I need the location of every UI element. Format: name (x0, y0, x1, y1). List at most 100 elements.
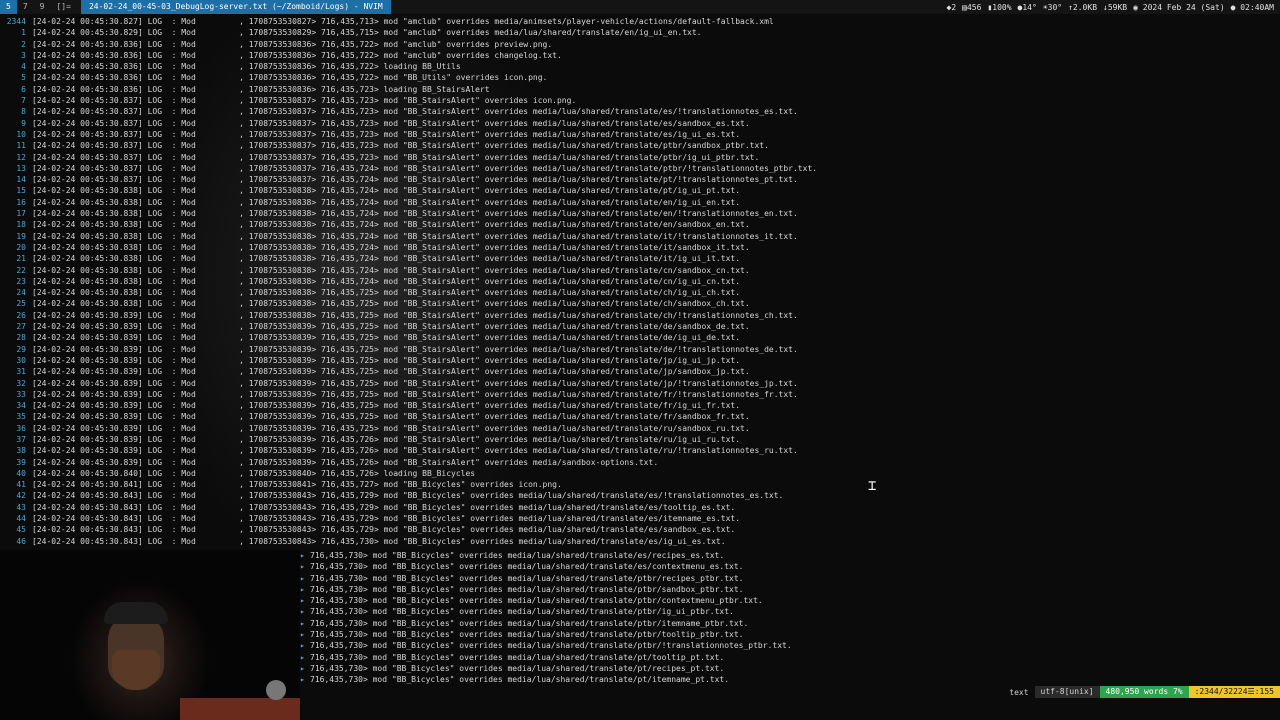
line-number: 15 (16, 186, 26, 196)
wrap-arrow-icon: ▸ (300, 562, 305, 572)
log-line[interactable]: 8 [24-02-24 00:45:30.837] LOG : Mod , 170… (0, 106, 1280, 117)
log-line[interactable]: 32 [24-02-24 00:45:30.839] LOG : Mod , 17… (0, 378, 1280, 389)
line-text: [24-02-24 00:45:30.838] LOG : Mod , 1708… (32, 254, 741, 264)
line-number: 14 (16, 175, 26, 185)
editor-buffer[interactable]: 2344 [24-02-24 00:45:30.827] LOG : Mod , … (0, 16, 1280, 550)
wrapped-line-text: 716,435,730> mod "BB_Bicycles" overrides… (310, 675, 730, 685)
log-line[interactable]: 28 [24-02-24 00:45:30.839] LOG : Mod , 17… (0, 332, 1280, 343)
command-line[interactable] (300, 700, 1280, 720)
line-number: 26 (16, 310, 26, 320)
log-line[interactable]: 26 [24-02-24 00:45:30.839] LOG : Mod , 17… (0, 310, 1280, 321)
log-line[interactable]: 19 [24-02-24 00:45:30.838] LOG : Mod , 17… (0, 231, 1280, 242)
log-line[interactable]: 38 [24-02-24 00:45:30.839] LOG : Mod , 17… (0, 445, 1280, 456)
line-text: [24-02-24 00:45:30.838] LOG : Mod , 1708… (32, 276, 741, 286)
wrapped-line-text: 716,435,730> mod "BB_Bicycles" overrides… (310, 573, 744, 583)
log-line[interactable]: 29 [24-02-24 00:45:30.839] LOG : Mod , 17… (0, 344, 1280, 355)
log-line[interactable]: 25 [24-02-24 00:45:30.838] LOG : Mod , 17… (0, 298, 1280, 309)
wrapped-line[interactable]: ▸ 716,435,730> mod "BB_Bicycles" override… (300, 606, 1280, 617)
workspace-tab-5[interactable]: 5 (0, 0, 17, 14)
log-line[interactable]: 43 [24-02-24 00:45:30.843] LOG : Mod , 17… (0, 502, 1280, 513)
log-line[interactable]: 22 [24-02-24 00:45:30.838] LOG : Mod , 17… (0, 265, 1280, 276)
line-number: 25 (16, 299, 26, 309)
line-text: [24-02-24 00:45:30.843] LOG : Mod , 1708… (32, 514, 741, 524)
line-text: [24-02-24 00:45:30.837] LOG : Mod , 1708… (32, 96, 577, 106)
log-line[interactable]: 27 [24-02-24 00:45:30.839] LOG : Mod , 17… (0, 321, 1280, 332)
line-text: [24-02-24 00:45:30.839] LOG : Mod , 1708… (32, 434, 741, 444)
wrapped-log-lines[interactable]: ▸ 716,435,730> mod "BB_Bicycles" override… (300, 550, 1280, 686)
line-number: 8 (21, 107, 26, 117)
wrapped-line[interactable]: ▸ 716,435,730> mod "BB_Bicycles" override… (300, 640, 1280, 651)
log-line[interactable]: 17 [24-02-24 00:45:30.838] LOG : Mod , 17… (0, 208, 1280, 219)
log-line[interactable]: 40 [24-02-24 00:45:30.840] LOG : Mod , 17… (0, 468, 1280, 479)
log-line[interactable]: 39 [24-02-24 00:45:30.839] LOG : Mod , 17… (0, 457, 1280, 468)
line-number: 30 (16, 355, 26, 365)
layout-indicator[interactable]: []= (50, 0, 76, 14)
line-text: [24-02-24 00:45:30.837] LOG : Mod , 1708… (32, 163, 818, 173)
log-line[interactable]: 12 [24-02-24 00:45:30.837] LOG : Mod , 17… (0, 152, 1280, 163)
log-line[interactable]: 42 [24-02-24 00:45:30.843] LOG : Mod , 17… (0, 490, 1280, 501)
log-line[interactable]: 7 [24-02-24 00:45:30.837] LOG : Mod , 170… (0, 95, 1280, 106)
log-line[interactable]: 35 [24-02-24 00:45:30.839] LOG : Mod , 17… (0, 411, 1280, 422)
log-line[interactable]: 18 [24-02-24 00:45:30.838] LOG : Mod , 17… (0, 219, 1280, 230)
log-line[interactable]: 20 [24-02-24 00:45:30.838] LOG : Mod , 17… (0, 242, 1280, 253)
line-number: 39 (16, 457, 26, 467)
wrapped-line[interactable]: ▸ 716,435,730> mod "BB_Bicycles" override… (300, 573, 1280, 584)
wrap-arrow-icon: ▸ (300, 652, 305, 662)
log-line[interactable]: 4 [24-02-24 00:45:30.836] LOG : Mod , 170… (0, 61, 1280, 72)
line-text: [24-02-24 00:45:30.839] LOG : Mod , 1708… (32, 389, 798, 399)
log-line[interactable]: 1 [24-02-24 00:45:30.829] LOG : Mod , 170… (0, 27, 1280, 38)
webcam-desk (180, 698, 300, 720)
tray-battery: ▮100% (987, 2, 1012, 12)
tray-cpu-temp: ●14° (1017, 2, 1037, 12)
workspace-tab-9[interactable]: 9 (34, 0, 51, 14)
log-line[interactable]: 30 [24-02-24 00:45:30.839] LOG : Mod , 17… (0, 355, 1280, 366)
log-line[interactable]: 6 [24-02-24 00:45:30.836] LOG : Mod , 170… (0, 84, 1280, 95)
log-line[interactable]: 10 [24-02-24 00:45:30.837] LOG : Mod , 17… (0, 129, 1280, 140)
tray-memory: ▤456 (962, 2, 982, 12)
workspace-tab-7[interactable]: 7 (17, 0, 34, 14)
log-line[interactable]: 11 [24-02-24 00:45:30.837] LOG : Mod , 17… (0, 140, 1280, 151)
wrapped-line[interactable]: ▸ 716,435,730> mod "BB_Bicycles" override… (300, 652, 1280, 663)
log-line[interactable]: 34 [24-02-24 00:45:30.839] LOG : Mod , 17… (0, 400, 1280, 411)
log-line[interactable]: 33 [24-02-24 00:45:30.839] LOG : Mod , 17… (0, 389, 1280, 400)
log-line[interactable]: 41 [24-02-24 00:45:30.841] LOG : Mod , 17… (0, 479, 1280, 490)
wrapped-line[interactable]: ▸ 716,435,730> mod "BB_Bicycles" override… (300, 584, 1280, 595)
wrapped-line[interactable]: ▸ 716,435,730> mod "BB_Bicycles" override… (300, 674, 1280, 685)
log-line[interactable]: 31 [24-02-24 00:45:30.839] LOG : Mod , 17… (0, 366, 1280, 377)
tray-weather: ☀30° (1042, 2, 1063, 12)
line-text: [24-02-24 00:45:30.839] LOG : Mod , 1708… (32, 446, 798, 456)
log-line[interactable]: 5 [24-02-24 00:45:30.836] LOG : Mod , 170… (0, 72, 1280, 83)
log-line[interactable]: 45 [24-02-24 00:45:30.843] LOG : Mod , 17… (0, 524, 1280, 535)
wrap-arrow-icon: ▸ (300, 584, 305, 594)
line-text: [24-02-24 00:45:30.839] LOG : Mod , 1708… (32, 423, 750, 433)
log-line[interactable]: 14 [24-02-24 00:45:30.837] LOG : Mod , 17… (0, 174, 1280, 185)
log-line[interactable]: 16 [24-02-24 00:45:30.838] LOG : Mod , 17… (0, 197, 1280, 208)
log-line[interactable]: 44 [24-02-24 00:45:30.843] LOG : Mod , 17… (0, 513, 1280, 524)
log-line[interactable]: 2344 [24-02-24 00:45:30.827] LOG : Mod , … (0, 16, 1280, 27)
line-number: 22 (16, 265, 26, 275)
line-number: 18 (16, 220, 26, 230)
line-text: [24-02-24 00:45:30.837] LOG : Mod , 1708… (32, 118, 750, 128)
log-line[interactable]: 37 [24-02-24 00:45:30.839] LOG : Mod , 17… (0, 434, 1280, 445)
wrapped-line[interactable]: ▸ 716,435,730> mod "BB_Bicycles" override… (300, 663, 1280, 674)
log-line[interactable]: 46 [24-02-24 00:45:30.843] LOG : Mod , 17… (0, 536, 1280, 547)
log-line[interactable]: 23 [24-02-24 00:45:30.838] LOG : Mod , 17… (0, 276, 1280, 287)
wrapped-line[interactable]: ▸ 716,435,730> mod "BB_Bicycles" override… (300, 550, 1280, 561)
wrapped-line-text: 716,435,730> mod "BB_Bicycles" overrides… (310, 607, 734, 617)
line-text: [24-02-24 00:45:30.836] LOG : Mod , 1708… (32, 84, 490, 94)
log-line[interactable]: 15 [24-02-24 00:45:30.838] LOG : Mod , 17… (0, 185, 1280, 196)
wrapped-line[interactable]: ▸ 716,435,730> mod "BB_Bicycles" override… (300, 629, 1280, 640)
tray-updates: ◆2 (946, 2, 957, 12)
line-text: [24-02-24 00:45:30.838] LOG : Mod , 1708… (32, 265, 750, 275)
log-line[interactable]: 9 [24-02-24 00:45:30.837] LOG : Mod , 170… (0, 118, 1280, 129)
log-line[interactable]: 24 [24-02-24 00:45:30.838] LOG : Mod , 17… (0, 287, 1280, 298)
webcam-beard (112, 650, 160, 690)
log-line[interactable]: 21 [24-02-24 00:45:30.838] LOG : Mod , 17… (0, 253, 1280, 264)
wrapped-line[interactable]: ▸ 716,435,730> mod "BB_Bicycles" override… (300, 618, 1280, 629)
log-line[interactable]: 36 [24-02-24 00:45:30.839] LOG : Mod , 17… (0, 423, 1280, 434)
log-line[interactable]: 2 [24-02-24 00:45:30.836] LOG : Mod , 170… (0, 39, 1280, 50)
wrapped-line[interactable]: ▸ 716,435,730> mod "BB_Bicycles" override… (300, 561, 1280, 572)
log-line[interactable]: 13 [24-02-24 00:45:30.837] LOG : Mod , 17… (0, 163, 1280, 174)
log-line[interactable]: 3 [24-02-24 00:45:30.836] LOG : Mod , 170… (0, 50, 1280, 61)
wrapped-line[interactable]: ▸ 716,435,730> mod "BB_Bicycles" override… (300, 595, 1280, 606)
